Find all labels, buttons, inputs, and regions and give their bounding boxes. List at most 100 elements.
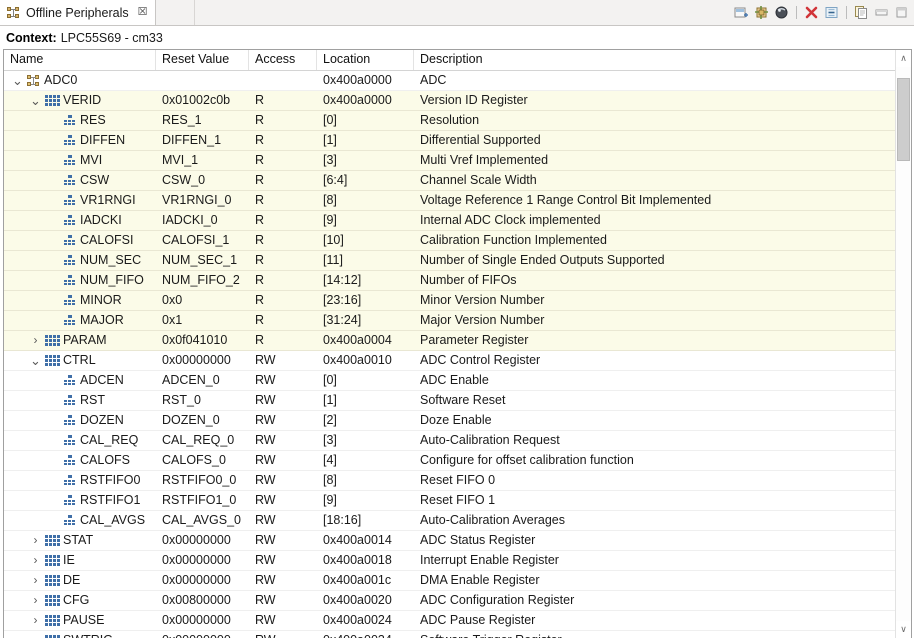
chevron-right-icon[interactable]: ›	[29, 331, 42, 350]
cell-access: RW	[249, 551, 317, 570]
table-row[interactable]: RESRES_1R[0]Resolution	[4, 111, 911, 131]
node-label: IADCKI	[80, 211, 122, 230]
table-row[interactable]: ›STAT0x00000000RW0x400a0014ADC Status Re…	[4, 531, 911, 551]
chevron-right-icon[interactable]: ›	[29, 591, 42, 610]
chevron-down-icon[interactable]: ⌄	[11, 75, 24, 87]
table-row[interactable]: DOZENDOZEN_0RW[2]Doze Enable	[4, 411, 911, 431]
chevron-down-icon[interactable]: ⌄	[29, 355, 42, 367]
column-header-description[interactable]: Description	[414, 50, 911, 70]
cell-access: RW	[249, 371, 317, 390]
bitfield-icon	[63, 454, 77, 467]
cell-access: RW	[249, 531, 317, 550]
table-row[interactable]: ADCENADCEN_0RW[0]ADC Enable	[4, 371, 911, 391]
maximize-icon[interactable]	[893, 4, 910, 21]
chevron-right-icon[interactable]: ›	[29, 611, 42, 630]
column-header-access[interactable]: Access	[249, 50, 317, 70]
register-icon	[45, 95, 60, 106]
cell-location: [23:16]	[317, 291, 414, 310]
chevron-right-icon[interactable]: ›	[29, 531, 42, 550]
table-row[interactable]: VR1RNGIVR1RNGI_0R[8]Voltage Reference 1 …	[4, 191, 911, 211]
peripherals-table: Name Reset Value Access Location Descrip…	[3, 49, 912, 638]
cell-location: 0x400a0020	[317, 591, 414, 610]
cell-access: R	[249, 251, 317, 270]
table-row[interactable]: NUM_SECNUM_SEC_1R[11]Number of Single En…	[4, 251, 911, 271]
close-icon[interactable]: ☒	[138, 7, 148, 18]
tab-bar: Offline Peripherals ☒	[0, 0, 914, 26]
register-icon	[45, 615, 60, 626]
cell-access: RW	[249, 451, 317, 470]
cell-description: Channel Scale Width	[414, 171, 911, 190]
chevron-right-icon[interactable]: ›	[29, 571, 42, 590]
table-row[interactable]: ⌄VERID0x01002c0bR0x400a0000Version ID Re…	[4, 91, 911, 111]
table-row[interactable]: ›CFG0x00800000RW0x400a0020ADC Configurat…	[4, 591, 911, 611]
table-row[interactable]: DIFFENDIFFEN_1R[1]Differential Supported	[4, 131, 911, 151]
remove-icon[interactable]	[803, 4, 820, 21]
vertical-scrollbar[interactable]: ∧ ∨	[895, 50, 911, 638]
table-row[interactable]: CAL_REQCAL_REQ_0RW[3]Auto-Calibration Re…	[4, 431, 911, 451]
cell-reset-value: CALOFSI_1	[156, 231, 249, 250]
table-row[interactable]: ›IE0x00000000RW0x400a0018Interrupt Enabl…	[4, 551, 911, 571]
refresh-peripherals-icon[interactable]	[753, 4, 770, 21]
table-row[interactable]: MINOR0x0R[23:16]Minor Version Number	[4, 291, 911, 311]
cell-description: Configure for offset calibration functio…	[414, 451, 911, 470]
cell-location: [8]	[317, 471, 414, 490]
table-row[interactable]: RSTFIFO1RSTFIFO1_0RW[9]Reset FIFO 1	[4, 491, 911, 511]
table-row[interactable]: ›DE0x00000000RW0x400a001cDMA Enable Regi…	[4, 571, 911, 591]
column-header-location[interactable]: Location	[317, 50, 414, 70]
scrollbar-thumb[interactable]	[897, 78, 910, 161]
cell-name: ⌄CTRL	[4, 351, 156, 370]
table-row[interactable]: CALOFSCALOFS_0RW[4]Configure for offset …	[4, 451, 911, 471]
cell-reset-value: RES_1	[156, 111, 249, 130]
tab-offline-peripherals[interactable]: Offline Peripherals ☒	[0, 0, 156, 25]
cell-access: RW	[249, 631, 317, 638]
table-row[interactable]: RSTRST_0RW[1]Software Reset	[4, 391, 911, 411]
column-header-name[interactable]: Name	[4, 50, 156, 70]
table-row[interactable]: ⌄ADC00x400a0000ADC	[4, 71, 911, 91]
cell-access: RW	[249, 591, 317, 610]
cell-access: R	[249, 331, 317, 350]
cell-description: Interrupt Enable Register	[414, 551, 911, 570]
filter-peripherals-icon[interactable]	[773, 4, 790, 21]
node-label: PARAM	[63, 331, 107, 350]
cell-location: [2]	[317, 411, 414, 430]
table-row[interactable]: MVIMVI_1R[3]Multi Vref Implemented	[4, 151, 911, 171]
cell-location: [9]	[317, 211, 414, 230]
import-svd-icon[interactable]	[733, 4, 750, 21]
cell-location: [18:16]	[317, 511, 414, 530]
chevron-down-icon[interactable]: ⌄	[29, 95, 42, 107]
table-row[interactable]: MAJOR0x1R[31:24]Major Version Number	[4, 311, 911, 331]
cell-location: 0x400a0018	[317, 551, 414, 570]
column-header-reset-value[interactable]: Reset Value	[156, 50, 249, 70]
cell-description: Calibration Function Implemented	[414, 231, 911, 250]
table-row[interactable]: CSWCSW_0R[6:4]Channel Scale Width	[4, 171, 911, 191]
cell-name: ›CFG	[4, 591, 156, 610]
table-row[interactable]: CALOFSICALOFSI_1R[10]Calibration Functio…	[4, 231, 911, 251]
node-label: CAL_REQ	[80, 431, 138, 450]
chevron-right-icon[interactable]: ›	[29, 551, 42, 570]
table-row[interactable]: IADCKIIADCKI_0R[9]Internal ADC Clock imp…	[4, 211, 911, 231]
cell-description: Differential Supported	[414, 131, 911, 150]
scrollbar-track[interactable]	[896, 67, 911, 621]
bitfield-icon	[63, 514, 77, 527]
table-row[interactable]: ›PAUSE0x00000000RW0x400a0024ADC Pause Re…	[4, 611, 911, 631]
node-label: PAUSE	[63, 611, 104, 630]
node-label: NUM_SEC	[80, 251, 141, 270]
collapse-all-icon[interactable]	[823, 4, 840, 21]
register-icon	[45, 355, 60, 366]
table-row[interactable]: ›SWTRIG0x00000000RW0x400a0034Software Tr…	[4, 631, 911, 638]
cell-name: MAJOR	[4, 311, 156, 330]
table-row[interactable]: CAL_AVGSCAL_AVGS_0RW[18:16]Auto-Calibrat…	[4, 511, 911, 531]
table-row[interactable]: ⌄CTRL0x00000000RW0x400a0010ADC Control R…	[4, 351, 911, 371]
cell-reset-value: NUM_FIFO_2	[156, 271, 249, 290]
minimize-icon[interactable]	[873, 4, 890, 21]
cell-reset-value: VR1RNGI_0	[156, 191, 249, 210]
table-row[interactable]: ›PARAM0x0f041010R0x400a0004Parameter Reg…	[4, 331, 911, 351]
scroll-up-button[interactable]: ∧	[896, 50, 911, 67]
copy-icon[interactable]	[853, 4, 870, 21]
chevron-right-icon[interactable]: ›	[29, 631, 42, 638]
scroll-down-button[interactable]: ∨	[896, 621, 911, 638]
table-row[interactable]: RSTFIFO0RSTFIFO0_0RW[8]Reset FIFO 0	[4, 471, 911, 491]
node-label: VR1RNGI	[80, 191, 136, 210]
cell-name: ›IE	[4, 551, 156, 570]
table-row[interactable]: NUM_FIFONUM_FIFO_2R[14:12]Number of FIFO…	[4, 271, 911, 291]
